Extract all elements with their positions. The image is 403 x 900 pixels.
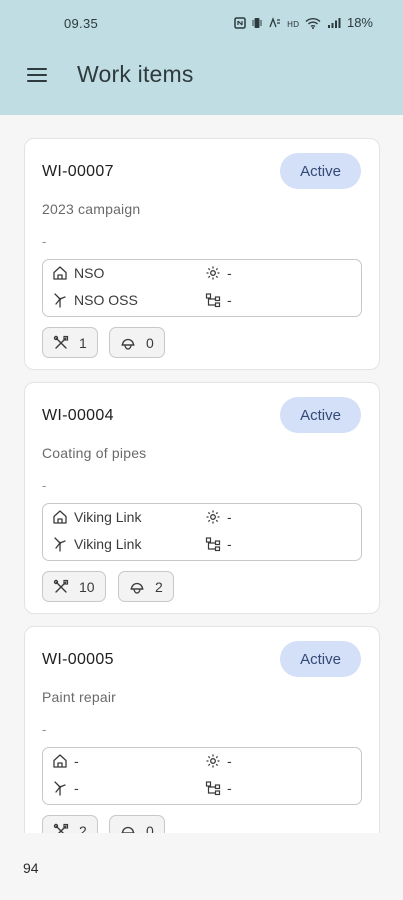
- location-field: Viking Link: [52, 536, 141, 552]
- work-item-details: - - - -: [42, 747, 362, 805]
- equipment-field: -: [205, 509, 232, 525]
- home-icon: [53, 754, 67, 768]
- page-title: Work items: [77, 61, 194, 87]
- structure-value: -: [227, 780, 232, 796]
- work-item-id: WI-00004: [42, 407, 114, 424]
- work-item-title: 2023 campaign: [42, 201, 141, 217]
- personnel-count: 0: [146, 334, 154, 351]
- site-field: -: [52, 753, 79, 769]
- helmet-icon: [121, 826, 135, 833]
- equipment-value: -: [227, 265, 232, 281]
- structure-field: -: [205, 780, 232, 796]
- personnel-count: 0: [146, 822, 154, 834]
- helmet-icon: [121, 338, 135, 350]
- work-item-details: Viking Link Viking Link - -: [42, 503, 362, 561]
- work-item-list[interactable]: WI-00007 Active 2023 campaign - NSO NSO …: [0, 115, 403, 833]
- tools-icon: [53, 579, 69, 593]
- structure-field: -: [205, 536, 232, 552]
- location-value: NSO OSS: [74, 292, 138, 308]
- tools-icon: [53, 335, 69, 349]
- work-item-description: -: [42, 478, 47, 493]
- status-time: 09.35: [64, 16, 99, 31]
- site-value: NSO: [74, 265, 105, 281]
- site-field: NSO: [52, 265, 104, 281]
- hierarchy-icon: [205, 293, 221, 308]
- gear-icon: [206, 266, 220, 280]
- site-value: Viking Link: [74, 509, 142, 525]
- task-count: 2: [79, 822, 87, 834]
- structure-value: -: [227, 536, 232, 552]
- task-count-chip[interactable]: 10: [42, 571, 106, 602]
- personnel-count-chip[interactable]: 0: [109, 815, 165, 833]
- site-value: -: [74, 753, 79, 769]
- total-count: 94: [23, 860, 39, 876]
- work-item-title: Paint repair: [42, 689, 116, 705]
- list-footer: 94: [0, 833, 403, 900]
- gear-icon: [206, 510, 220, 524]
- work-item-details: NSO NSO OSS - -: [42, 259, 362, 317]
- work-item-card[interactable]: WI-00007 Active 2023 campaign - NSO NSO …: [24, 138, 380, 370]
- work-item-card[interactable]: WI-00005 Active Paint repair - - - - - 2…: [24, 626, 380, 833]
- equipment-value: -: [227, 509, 232, 525]
- work-item-card[interactable]: WI-00004 Active Coating of pipes - Vikin…: [24, 382, 380, 614]
- work-item-id: WI-00007: [42, 163, 114, 180]
- structure-field: -: [205, 292, 232, 308]
- status-icons: HD 18%: [234, 15, 373, 30]
- location-value: -: [74, 780, 79, 796]
- status-badge: Active: [280, 641, 361, 677]
- gear-icon: [206, 754, 220, 768]
- task-count: 10: [79, 578, 95, 595]
- location-value: Viking Link: [74, 536, 142, 552]
- signal-icon: [327, 17, 341, 28]
- wifi-call-icon: [269, 16, 280, 27]
- hamburger-menu-icon[interactable]: [27, 66, 49, 84]
- work-item-description: -: [42, 722, 47, 737]
- equipment-field: -: [205, 753, 232, 769]
- windmill-icon: [54, 293, 66, 308]
- hierarchy-icon: [205, 537, 221, 552]
- home-icon: [53, 266, 67, 280]
- nfc-icon: [234, 16, 246, 29]
- windmill-icon: [54, 537, 66, 552]
- work-item-title: Coating of pipes: [42, 445, 147, 461]
- work-item-description: -: [42, 234, 47, 249]
- structure-value: -: [227, 292, 232, 308]
- battery-level: 18%: [346, 15, 373, 30]
- equipment-field: -: [205, 265, 232, 281]
- personnel-count-chip[interactable]: 2: [118, 571, 174, 602]
- windmill-icon: [54, 781, 66, 796]
- task-count-chip[interactable]: 1: [42, 327, 98, 358]
- task-count: 1: [79, 334, 87, 351]
- hd-icon: HD: [287, 20, 299, 29]
- status-bar: 09.35 HD 18%: [0, 0, 403, 46]
- tools-icon: [53, 823, 69, 833]
- wifi-icon: [305, 17, 321, 29]
- personnel-count: 2: [155, 578, 163, 595]
- task-count-chip[interactable]: 2: [42, 815, 98, 833]
- location-field: NSO OSS: [52, 292, 138, 308]
- app-header: 09.35 HD 18% Work items: [0, 0, 403, 115]
- work-item-id: WI-00005: [42, 651, 114, 668]
- status-badge: Active: [280, 397, 361, 433]
- svg-text:HD: HD: [287, 20, 299, 29]
- site-field: Viking Link: [52, 509, 141, 525]
- helmet-icon: [130, 582, 144, 594]
- equipment-value: -: [227, 753, 232, 769]
- home-icon: [53, 510, 67, 524]
- status-badge: Active: [280, 153, 361, 189]
- personnel-count-chip[interactable]: 0: [109, 327, 165, 358]
- hierarchy-icon: [205, 781, 221, 796]
- vibrate-icon: [252, 17, 262, 28]
- location-field: -: [52, 780, 79, 796]
